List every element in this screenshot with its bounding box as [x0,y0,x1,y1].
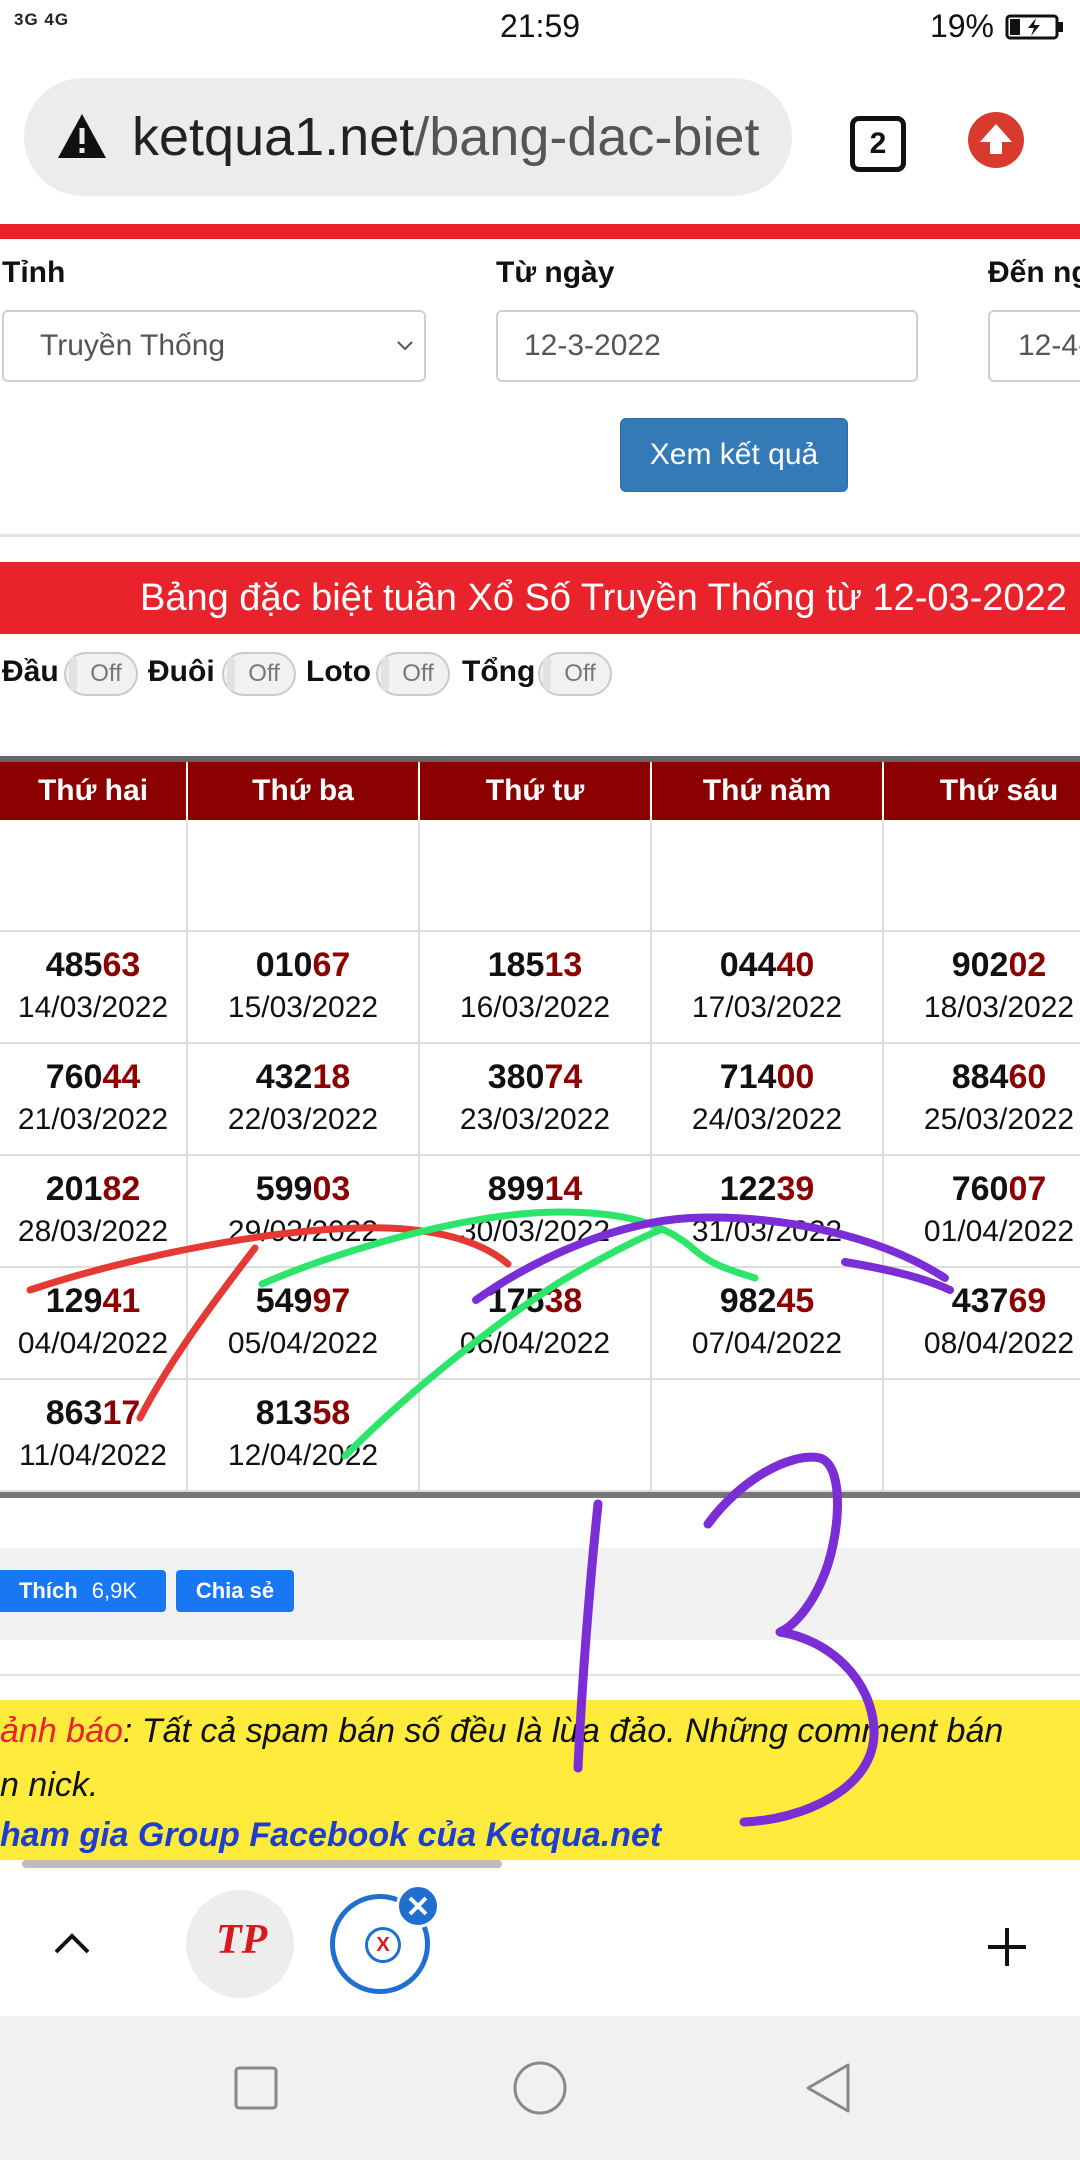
tab-thumbnail-1[interactable]: TP [186,1890,294,1998]
tab-logo-x: X [365,1927,401,1963]
chevron-up-icon[interactable] [52,1930,92,1956]
handwritten-annotations [26,1208,954,1827]
plus-icon[interactable] [986,1926,1028,1968]
recents-icon[interactable] [234,2066,278,2110]
system-nav-bar [0,2016,1080,2160]
close-icon [408,1896,428,1916]
red-stroke-2 [136,1244,259,1422]
close-tab-button[interactable] [396,1884,440,1928]
green-stroke-1 [258,1208,759,1288]
purple-digit-1 [573,1499,603,1773]
tab-logo-tp: TP [216,1917,268,1963]
back-icon[interactable] [804,2062,852,2114]
home-icon[interactable] [512,2060,568,2116]
purple-digit-3 [703,1452,879,1827]
browser-bottom-bar: TP X [0,1874,1080,2016]
